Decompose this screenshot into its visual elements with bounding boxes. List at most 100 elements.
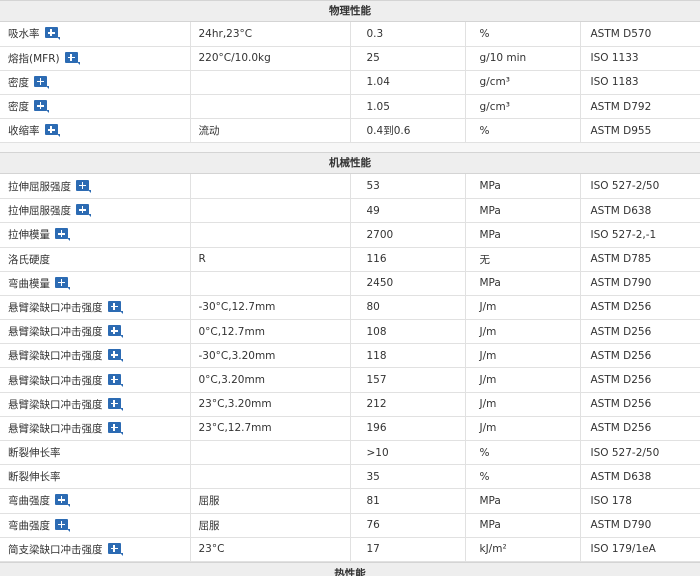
table-row: 吸水率 24hr,23°C 0.3% ASTM D570 bbox=[0, 22, 700, 47]
property-name-cell: 熔指(MFR) bbox=[0, 46, 191, 71]
test-standard: ASTM D256 bbox=[590, 349, 652, 362]
property-name: 熔指(MFR) bbox=[8, 52, 60, 65]
unit-cell: MPa bbox=[465, 198, 581, 224]
section-title: 物理性能 bbox=[329, 5, 371, 17]
unit: MPa bbox=[479, 228, 501, 241]
property-value: 0.4到0.6 bbox=[366, 125, 411, 138]
table-row: 悬臂梁缺口冲击强度 0°C,12.7mm 108 J/m ASTM D256 bbox=[0, 319, 700, 345]
plus-info-icon[interactable] bbox=[107, 421, 123, 435]
unit-cell: J/m bbox=[465, 392, 581, 417]
plus-info-icon[interactable] bbox=[76, 179, 91, 193]
property-name: 简支梁缺口冲击强度 bbox=[8, 543, 103, 556]
table-row: 断裂伸长率 >10% ISO 527-2/50 bbox=[0, 440, 700, 466]
property-value-cell: 108 bbox=[350, 319, 466, 345]
unit: % bbox=[479, 27, 490, 40]
table-row: 密度 1.05 g/cm³ ASTM D792 bbox=[0, 94, 700, 120]
plus-info-icon[interactable] bbox=[34, 100, 49, 114]
test-condition: 220°C/10.0kg bbox=[198, 52, 271, 65]
property-name: 弯曲模量 bbox=[8, 277, 50, 290]
test-standard-cell: ASTM D256 bbox=[580, 416, 700, 442]
test-condition: 屈服 bbox=[198, 519, 220, 532]
plus-info-icon[interactable] bbox=[107, 325, 123, 339]
unit-cell: % bbox=[465, 118, 581, 144]
unit-cell: % bbox=[465, 22, 581, 47]
plus-info-icon[interactable] bbox=[44, 124, 60, 138]
property-value: 80 bbox=[366, 301, 380, 314]
unit-cell: 无 bbox=[465, 247, 581, 272]
section-header-thermal: 热性能 bbox=[0, 561, 700, 576]
property-name-cell: 密度 bbox=[0, 70, 191, 96]
unit-cell: J/m bbox=[465, 367, 581, 393]
property-name-cell: 拉伸屈服强度 bbox=[0, 198, 191, 224]
plus-info-icon[interactable] bbox=[55, 228, 70, 242]
plus-info-icon[interactable] bbox=[107, 300, 123, 314]
properties-table: 拉伸屈服强度 53 MPa ISO 527-2/50 拉伸屈服强度 49 MPa ASTM D… bbox=[0, 174, 700, 562]
unit-cell: % bbox=[465, 464, 581, 490]
plus-info-icon[interactable] bbox=[34, 75, 49, 89]
plus-info-icon[interactable] bbox=[55, 518, 70, 532]
plus-info-icon[interactable] bbox=[107, 397, 123, 411]
test-condition: 23°C,12.7mm bbox=[198, 422, 272, 435]
test-standard: ASTM D638 bbox=[590, 470, 652, 483]
property-value-cell: 118 bbox=[350, 343, 466, 369]
unit-cell: g/cm³ bbox=[465, 70, 581, 96]
plus-info-icon[interactable] bbox=[107, 373, 123, 387]
test-standard: ASTM D256 bbox=[590, 398, 652, 411]
unit-cell: MPa bbox=[465, 222, 581, 248]
table-row: 悬臂梁缺口冲击强度 23°C,3.20mm 212 J/m ASTM D256 bbox=[0, 392, 700, 417]
test-condition-cell: 0°C,12.7mm bbox=[190, 319, 351, 345]
test-condition-cell: -30°C,12.7mm bbox=[190, 295, 351, 321]
test-standard-cell: ASTM D256 bbox=[580, 343, 700, 369]
plus-info-icon[interactable] bbox=[55, 494, 70, 508]
table-row: 拉伸屈服强度 53 MPa ISO 527-2/50 bbox=[0, 174, 700, 200]
property-value: 53 bbox=[366, 180, 380, 193]
plus-info-icon[interactable] bbox=[64, 51, 80, 65]
property-value-cell: 17 bbox=[350, 537, 466, 562]
unit: MPa bbox=[479, 180, 501, 193]
property-value: 108 bbox=[366, 325, 387, 338]
test-standard-cell: ASTM D638 bbox=[580, 464, 700, 490]
unit: J/m bbox=[479, 422, 497, 435]
property-name-cell: 收缩率 bbox=[0, 118, 191, 144]
unit: J/m bbox=[479, 398, 497, 411]
test-condition-cell: 流动 bbox=[190, 118, 351, 144]
test-condition: R bbox=[198, 253, 206, 266]
plus-info-icon[interactable] bbox=[44, 27, 60, 41]
property-value: 1.05 bbox=[366, 100, 390, 113]
property-name: 弯曲强度 bbox=[8, 519, 50, 532]
test-standard: ASTM D638 bbox=[590, 204, 652, 217]
test-condition-cell bbox=[190, 271, 351, 296]
property-value: 212 bbox=[366, 398, 387, 411]
unit-cell: J/m bbox=[465, 319, 581, 345]
test-condition: 0°C,3.20mm bbox=[198, 374, 265, 387]
unit: J/m bbox=[479, 349, 497, 362]
plus-info-icon[interactable] bbox=[76, 204, 91, 218]
test-condition-cell: R bbox=[190, 247, 351, 272]
test-standard-cell: ASTM D790 bbox=[580, 271, 700, 296]
property-value-cell: 81 bbox=[350, 488, 466, 514]
plus-info-icon[interactable] bbox=[107, 349, 123, 363]
property-value-cell: 2450 bbox=[350, 271, 466, 296]
property-name: 洛氏硬度 bbox=[8, 253, 50, 266]
test-standard-cell: ISO 527-2/50 bbox=[580, 440, 700, 466]
table-row: 拉伸模量 2700 MPa ISO 527-2,-1 bbox=[0, 222, 700, 248]
test-standard: ASTM D790 bbox=[590, 519, 652, 532]
test-standard-cell: ISO 179/1eA bbox=[580, 537, 700, 562]
table-row: 断裂伸长率 35% ASTM D638 bbox=[0, 464, 700, 490]
plus-info-icon[interactable] bbox=[107, 542, 123, 556]
property-value-cell: 2700 bbox=[350, 222, 466, 248]
plus-info-icon[interactable] bbox=[55, 276, 70, 290]
property-name-cell: 悬臂梁缺口冲击强度 bbox=[0, 416, 191, 442]
test-condition: 24hr,23°C bbox=[198, 27, 253, 40]
unit: g/10 min bbox=[479, 52, 527, 65]
test-standard: ASTM D785 bbox=[590, 253, 652, 266]
unit: MPa bbox=[479, 204, 501, 217]
property-value-cell: 1.04 bbox=[350, 70, 466, 96]
test-standard-cell: ISO 178 bbox=[580, 488, 700, 514]
property-name-cell: 简支梁缺口冲击强度 bbox=[0, 537, 191, 562]
test-condition-cell: 屈服 bbox=[190, 488, 351, 514]
test-condition: 流动 bbox=[198, 125, 220, 138]
properties-sheet: 物理性能吸水率 24hr,23°C 0.3% ASTM D570 熔指(MFR) 220°… bbox=[0, 0, 700, 562]
table-row: 收缩率 流动 0.4到0.6% ASTM D955 bbox=[0, 118, 700, 144]
property-value: 76 bbox=[366, 519, 380, 532]
